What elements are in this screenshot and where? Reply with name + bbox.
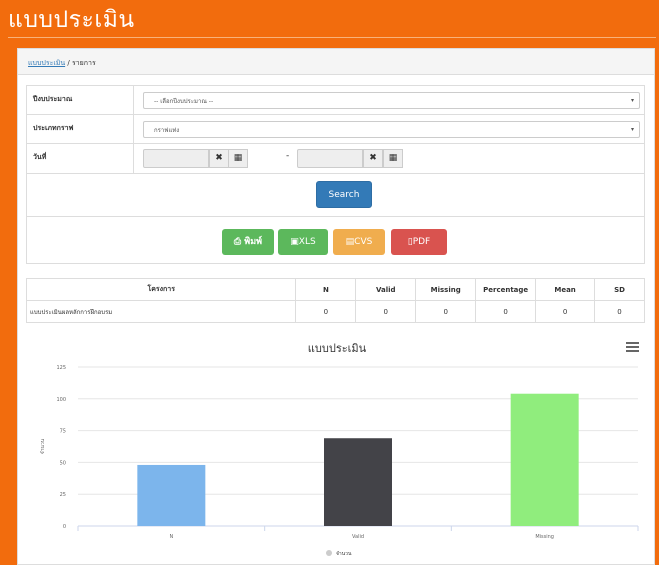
breadcrumb: แบบประเมิน / รายการ [18, 49, 654, 75]
chart-canvas: 0 25 50 75 100 125 จำนวน N Valid Missing จำนวน [40, 365, 639, 557]
print-label: พิมพ์ [244, 237, 263, 247]
xls-label: XLS [298, 237, 316, 247]
search-button[interactable]: Search [316, 181, 372, 208]
clear-start-date-icon[interactable]: ✖ [209, 149, 229, 168]
table-row: แบบประเมินผลหลักการฝึกอบรม 0 0 0 0 0 0 [25, 300, 645, 323]
app-frame: แบบประเมิน แบบประเมิน / รายการ ปีงบประมา… [0, 0, 659, 565]
bar [510, 393, 579, 526]
chevron-down-icon: ▾ [630, 97, 634, 104]
chart-type-label: ประเภทกราฟ [27, 115, 134, 143]
column-header: SD [594, 278, 645, 301]
table-cell: 0 [594, 300, 645, 323]
table-cell: 0 [535, 300, 596, 323]
table-cell: 0 [295, 300, 357, 323]
pdf-button[interactable]: ▯PDF [391, 229, 447, 255]
x-tick-label: Missing [535, 534, 554, 540]
export-buttons: ⎙ พิมพ์ ▣XLS ▤CVS ▯PDF [27, 217, 644, 263]
table-header-row: โครงการ N Valid Missing Percentage Mean … [25, 278, 645, 301]
search-row: Search [27, 174, 644, 217]
column-header: Mean [535, 278, 596, 301]
y-tick-label: 125 [56, 365, 66, 371]
start-date-input[interactable] [143, 149, 209, 168]
pdf-label: PDF [412, 237, 431, 247]
breadcrumb-link[interactable]: แบบประเมิน [28, 59, 65, 67]
date-row: วันที่ ✖ ▦ - ✖ ▦ [27, 144, 644, 174]
cvs-label: CVS [354, 237, 373, 247]
y-tick-label: 75 [60, 429, 66, 435]
filter-form: ปีงบประมาณ -- เลือกปีงบประมาณ -- ▾ ประเภ… [26, 85, 645, 264]
fiscal-year-select[interactable]: -- เลือกปีงบประมาณ -- ▾ [143, 92, 640, 109]
page-header: แบบประเมิน [8, 4, 656, 38]
y-tick-label: 0 [63, 524, 66, 530]
bar [137, 464, 206, 526]
chart-type-value: กราฟแท่ง [154, 127, 180, 134]
table-cell: 0 [355, 300, 417, 323]
breadcrumb-current: รายการ [71, 59, 96, 67]
chart-type-row: ประเภทกราฟ กราฟแท่ง ▾ [27, 115, 644, 144]
date-label: วันที่ [27, 144, 134, 173]
legend-label: จำนวน [336, 551, 352, 557]
fiscal-year-value: -- เลือกปีงบประมาณ -- [154, 98, 214, 105]
column-header: Valid [355, 278, 417, 301]
chart-title: แบบประเมิน [307, 342, 367, 355]
fiscal-year-label: ปีงบประมาณ [27, 86, 134, 114]
chart-type-select[interactable]: กราฟแท่ง ▾ [143, 121, 640, 138]
table-cell: 0 [475, 300, 537, 323]
bar [324, 438, 392, 526]
breadcrumb-separator: / [67, 59, 70, 67]
x-tick-label: N [169, 534, 173, 540]
calendar-icon[interactable]: ▦ [228, 149, 248, 168]
calendar-icon[interactable]: ▦ [383, 149, 403, 168]
printer-icon: ⎙ [233, 237, 242, 247]
table-cell: แบบประเมินผลหลักการฝึกอบรม [25, 300, 297, 323]
bar-chart: แบบประเมิน 0 25 50 75 100 125 จำนวน N Valid Missi… [26, 339, 648, 566]
content-panel: แบบประเมิน / รายการ ปีงบประมาณ -- เลือกป… [17, 48, 655, 565]
clear-end-date-icon[interactable]: ✖ [363, 149, 383, 168]
summary-table: โครงการ N Valid Missing Percentage Mean … [25, 278, 645, 323]
print-button[interactable]: ⎙ พิมพ์ [222, 229, 274, 255]
xls-button[interactable]: ▣XLS [278, 229, 328, 255]
date-separator: - [286, 151, 290, 161]
page-title: แบบประเมิน [8, 7, 135, 33]
fiscal-year-row: ปีงบประมาณ -- เลือกปีงบประมาณ -- ▾ [27, 86, 644, 115]
x-tick-label: Valid [352, 534, 364, 540]
column-header: N [295, 278, 357, 301]
cvs-button[interactable]: ▤CVS [333, 229, 385, 255]
column-header: โครงการ [25, 278, 297, 301]
y-tick-label: 25 [60, 492, 66, 498]
legend-marker [326, 550, 332, 556]
chevron-down-icon: ▾ [630, 126, 634, 133]
y-axis-label: จำนวน [40, 438, 46, 454]
hamburger-menu-icon[interactable] [626, 342, 639, 352]
y-tick-label: 100 [56, 397, 66, 403]
table-icon: ▤ [345, 237, 355, 247]
column-header: Percentage [475, 278, 537, 301]
table-cell: 0 [415, 300, 477, 323]
file-excel-icon: ▣ [290, 237, 299, 247]
end-date-input[interactable] [297, 149, 363, 168]
y-tick-label: 50 [60, 460, 66, 466]
column-header: Missing [415, 278, 477, 301]
